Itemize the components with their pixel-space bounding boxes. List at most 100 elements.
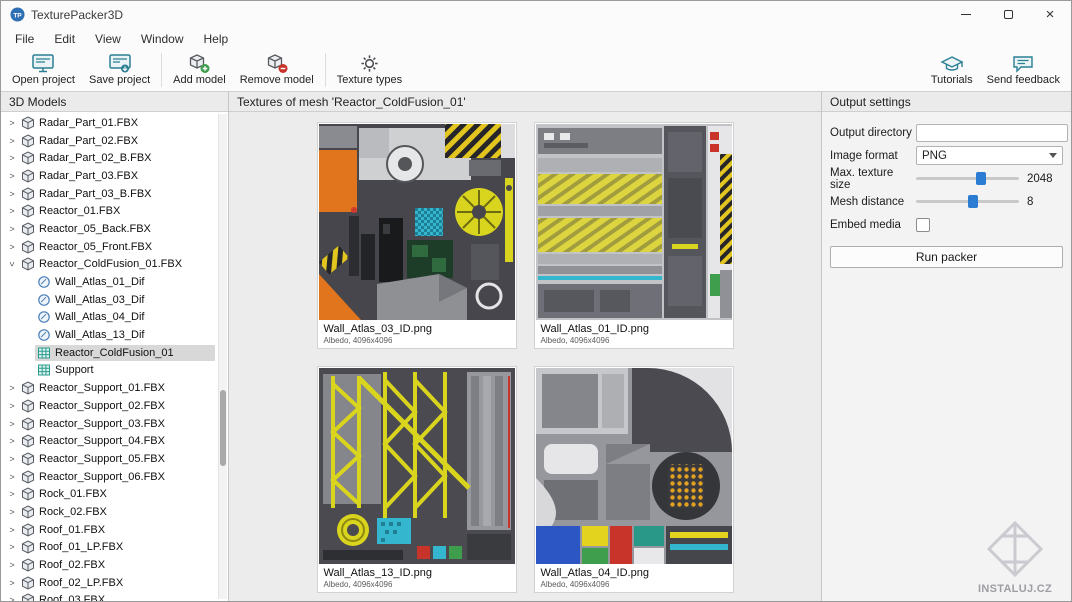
tree-item[interactable]: >Reactor_Support_04.FBX: [1, 432, 228, 450]
chevron-right-icon[interactable]: >: [5, 560, 19, 570]
mesh-distance-label: Mesh distance: [830, 196, 916, 208]
tree-item-label: Radar_Part_01.FBX: [39, 117, 138, 129]
max-texture-size-slider[interactable]: [916, 171, 1019, 186]
tree-item[interactable]: Wall_Atlas_03_Dif: [1, 291, 228, 309]
texture-card-wall-atlas-01[interactable]: Wall_Atlas_01_ID.png Albedo, 4096x4096: [534, 122, 734, 349]
chevron-right-icon[interactable]: >: [5, 472, 19, 482]
max-texture-size-label: Max. texture size: [830, 167, 916, 191]
chevron-right-icon[interactable]: >: [5, 595, 19, 601]
tree-item[interactable]: >Reactor_05_Front.FBX: [1, 238, 228, 256]
tree-item-label: Rock_01.FBX: [39, 488, 107, 500]
tree-item[interactable]: >Roof_02.FBX: [1, 556, 228, 574]
max-texture-size-row: Max. texture size 2048: [830, 167, 1063, 190]
chevron-right-icon[interactable]: >: [5, 171, 19, 181]
menu-help[interactable]: Help: [194, 29, 239, 49]
add-model-button[interactable]: Add model: [166, 51, 233, 87]
remove-model-button[interactable]: Remove model: [233, 51, 321, 87]
tree-item-label: Radar_Part_02.FBX: [39, 135, 138, 147]
chevron-right-icon[interactable]: >: [5, 153, 19, 163]
chevron-down-icon[interactable]: >: [7, 257, 17, 271]
chevron-right-icon[interactable]: >: [5, 419, 19, 429]
models-panel: 3D Models >Radar_Part_01.FBX>Radar_Part_…: [1, 92, 229, 601]
slider-handle[interactable]: [976, 172, 986, 185]
texture-card-wall-atlas-03[interactable]: Wall_Atlas_03_ID.png Albedo, 4096x4096: [317, 122, 517, 349]
chevron-right-icon[interactable]: >: [5, 224, 19, 234]
models-scrollbar[interactable]: [218, 114, 227, 599]
send-feedback-button[interactable]: Send feedback: [980, 51, 1067, 87]
tree-item-label: Reactor_Support_03.FBX: [39, 418, 165, 430]
open-project-button[interactable]: Open project: [5, 51, 82, 87]
texture-card-wall-atlas-13[interactable]: Wall_Atlas_13_ID.png Albedo, 4096x4096: [317, 366, 517, 593]
tree-item[interactable]: Wall_Atlas_04_Dif: [1, 309, 228, 327]
tree-item[interactable]: > Radar_Part_01.FBX: [1, 114, 228, 132]
output-directory-row: Output directory: [830, 121, 1063, 144]
tree-item[interactable]: Reactor_ColdFusion_01: [1, 344, 228, 362]
tree-item[interactable]: Wall_Atlas_13_Dif: [1, 326, 228, 344]
tree-item[interactable]: >Reactor_ColdFusion_01.FBX: [1, 256, 228, 274]
tree-item[interactable]: > Radar_Part_02.FBX: [1, 132, 228, 150]
chevron-right-icon[interactable]: >: [5, 118, 19, 128]
tree-item[interactable]: >Roof_02_LP.FBX: [1, 574, 228, 592]
maximize-button[interactable]: [987, 1, 1029, 28]
tree-item[interactable]: Support: [1, 362, 228, 380]
tree-item-label: Reactor_ColdFusion_01: [55, 347, 174, 359]
tree-item[interactable]: > Reactor_Support_03.FBX: [1, 415, 228, 433]
tree-item[interactable]: >Reactor_Support_05.FBX: [1, 450, 228, 468]
chevron-right-icon[interactable]: >: [5, 383, 19, 393]
chevron-right-icon[interactable]: >: [5, 206, 19, 216]
tree-item[interactable]: >Reactor_01.FBX: [1, 202, 228, 220]
scrollbar-thumb[interactable]: [220, 390, 226, 466]
embed-media-checkbox[interactable]: [916, 218, 930, 232]
chevron-right-icon[interactable]: >: [5, 489, 19, 499]
tree-item[interactable]: Wall_Atlas_01_Dif: [1, 273, 228, 291]
chevron-right-icon[interactable]: >: [5, 525, 19, 535]
image-format-select[interactable]: PNG: [916, 146, 1063, 165]
tree-item[interactable]: >Radar_Part_03.FBX: [1, 167, 228, 185]
tree-item[interactable]: >Radar_Part_02_B.FBX: [1, 149, 228, 167]
tree-item[interactable]: >Roof_01.FBX: [1, 521, 228, 539]
model-icon: [21, 417, 35, 431]
slider-handle[interactable]: [968, 195, 978, 208]
close-button[interactable]: ×: [1029, 1, 1071, 28]
run-packer-button[interactable]: Run packer: [830, 246, 1063, 268]
texture-card-wall-atlas-04[interactable]: Wall_Atlas_04_ID.png Albedo, 4096x4096: [534, 366, 734, 593]
chevron-right-icon[interactable]: >: [5, 578, 19, 588]
chevron-right-icon[interactable]: >: [5, 401, 19, 411]
chevron-right-icon[interactable]: >: [5, 136, 19, 146]
tree-item[interactable]: >Reactor_Support_01.FBX: [1, 379, 228, 397]
chevron-right-icon[interactable]: >: [5, 189, 19, 199]
chevron-right-icon[interactable]: >: [5, 242, 19, 252]
tree-item[interactable]: > Roof_01_LP.FBX: [1, 539, 228, 557]
app-logo-icon: TP: [10, 7, 25, 22]
tree-item[interactable]: >Rock_02.FBX: [1, 503, 228, 521]
tree-item-label: Wall_Atlas_13_Dif: [55, 329, 144, 341]
tree-item[interactable]: > Rock_01.FBX: [1, 485, 228, 503]
chevron-right-icon[interactable]: >: [5, 436, 19, 446]
toolbar-separator: [325, 53, 326, 87]
toolbar: Open project Save project Add model Remo…: [1, 50, 1071, 91]
model-icon: [21, 505, 35, 519]
tree-item-label: Roof_01_LP.FBX: [39, 541, 123, 553]
minimize-button[interactable]: [945, 1, 987, 28]
tutorials-button[interactable]: Tutorials: [924, 51, 980, 87]
tree-item[interactable]: >Reactor_Support_02.FBX: [1, 397, 228, 415]
tree-item-label: Reactor_05_Back.FBX: [39, 223, 151, 235]
tree-item[interactable]: >Reactor_Support_06.FBX: [1, 468, 228, 486]
chevron-right-icon[interactable]: >: [5, 454, 19, 464]
output-directory-input[interactable]: [916, 124, 1068, 142]
tree-item-label: Wall_Atlas_03_Dif: [55, 294, 144, 306]
tree-item[interactable]: >Radar_Part_03_B.FBX: [1, 185, 228, 203]
chevron-right-icon[interactable]: >: [5, 542, 19, 552]
menu-edit[interactable]: Edit: [44, 29, 85, 49]
texture-types-button[interactable]: Texture types: [330, 51, 409, 87]
mesh-distance-slider[interactable]: [916, 194, 1019, 209]
save-project-button[interactable]: Save project: [82, 51, 157, 87]
menu-view[interactable]: View: [85, 29, 131, 49]
chevron-right-icon[interactable]: >: [5, 507, 19, 517]
menu-window[interactable]: Window: [131, 29, 194, 49]
tree-item[interactable]: >Roof_03.FBX: [1, 592, 228, 601]
output-directory-label: Output directory: [830, 127, 916, 139]
menu-file[interactable]: File: [5, 29, 44, 49]
tree-item[interactable]: > Reactor_05_Back.FBX: [1, 220, 228, 238]
texture-icon: [37, 328, 51, 342]
